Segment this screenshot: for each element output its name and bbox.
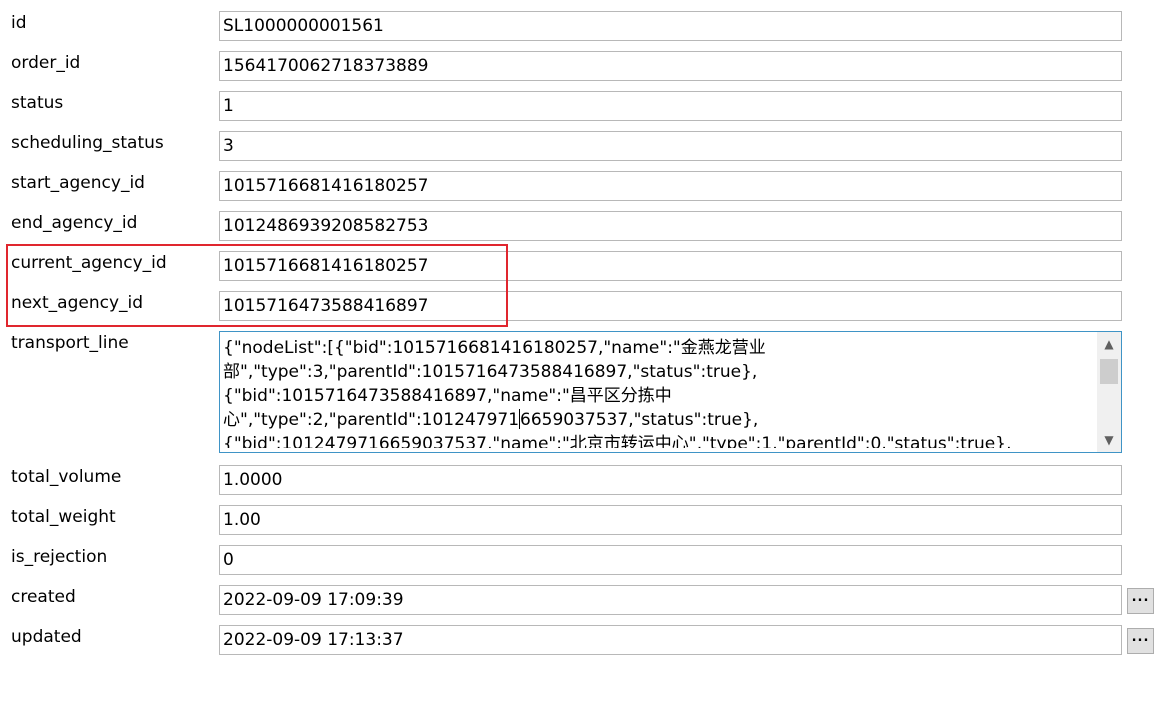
field-label-scheduling-status: scheduling_status: [11, 133, 164, 153]
scrollbar-thumb[interactable]: [1100, 359, 1118, 384]
field-label-transport-line: transport_line: [11, 333, 129, 353]
transport-line-text-line: {"bid":1012479716659037537,"name":"北京市转运…: [223, 434, 1012, 448]
field-row-start-agency-id: start_agency_id 1015716681416180257: [0, 171, 1166, 211]
field-input-id[interactable]: SL1000000001561: [219, 11, 1122, 41]
field-label-created: created: [11, 587, 76, 607]
field-input-is-rejection[interactable]: 0: [219, 545, 1122, 575]
field-label-total-weight: total_weight: [11, 507, 116, 527]
transport-line-text-line: {"nodeList":[{"bid":1015716681416180257,…: [223, 338, 766, 358]
field-label-status: status: [11, 93, 64, 113]
scroll-down-arrow-icon[interactable]: ▼: [1097, 430, 1121, 450]
field-label-start-agency-id: start_agency_id: [11, 173, 145, 193]
field-row-created: created 2022-09-09 17:09:39 ...: [0, 585, 1166, 625]
transport-line-text-line: {"bid":1015716473588416897,"name":"昌平区分拣…: [223, 386, 672, 406]
field-row-order-id: order_id 1564170062718373889: [0, 51, 1166, 91]
field-row-total-weight: total_weight 1.00: [0, 505, 1166, 545]
transport-line-textarea[interactable]: {"nodeList":[{"bid":1015716681416180257,…: [219, 331, 1122, 453]
field-input-end-agency-id[interactable]: 1012486939208582753: [219, 211, 1122, 241]
field-input-total-volume[interactable]: 1.0000: [219, 465, 1122, 495]
field-row-is-rejection: is_rejection 0: [0, 545, 1166, 585]
field-label-order-id: order_id: [11, 53, 81, 73]
scroll-up-arrow-icon[interactable]: ▲: [1097, 334, 1121, 354]
field-row-scheduling-status: scheduling_status 3: [0, 131, 1166, 171]
created-picker-button[interactable]: ...: [1127, 588, 1154, 614]
vertical-scrollbar[interactable]: ▲ ▼: [1097, 332, 1121, 452]
field-label-end-agency-id: end_agency_id: [11, 213, 138, 233]
field-input-status[interactable]: 1: [219, 91, 1122, 121]
field-label-total-volume: total_volume: [11, 467, 122, 487]
transport-line-text-line: 心","type":2,"parentId":101247971: [223, 410, 520, 430]
transport-line-content: {"nodeList":[{"bid":1015716681416180257,…: [223, 336, 1093, 448]
field-input-updated[interactable]: 2022-09-09 17:13:37: [219, 625, 1122, 655]
field-input-total-weight[interactable]: 1.00: [219, 505, 1122, 535]
field-input-start-agency-id[interactable]: 1015716681416180257: [219, 171, 1122, 201]
highlight-annotation-box: [6, 244, 508, 327]
field-label-is-rejection: is_rejection: [11, 547, 108, 567]
transport-line-text-line: 部","type":3,"parentId":10157164735884168…: [223, 362, 758, 382]
field-input-created[interactable]: 2022-09-09 17:09:39: [219, 585, 1122, 615]
field-row-id: id SL1000000001561: [0, 11, 1166, 51]
field-row-updated: updated 2022-09-09 17:13:37 ...: [0, 625, 1166, 665]
field-row-status: status 1: [0, 91, 1166, 131]
field-input-scheduling-status[interactable]: 3: [219, 131, 1122, 161]
field-label-id: id: [11, 13, 27, 33]
field-row-total-volume: total_volume 1.0000: [0, 465, 1166, 505]
updated-picker-button[interactable]: ...: [1127, 628, 1154, 654]
transport-line-text-line: 6659037537,"status":true},: [520, 410, 759, 430]
field-label-updated: updated: [11, 627, 82, 647]
field-input-order-id[interactable]: 1564170062718373889: [219, 51, 1122, 81]
